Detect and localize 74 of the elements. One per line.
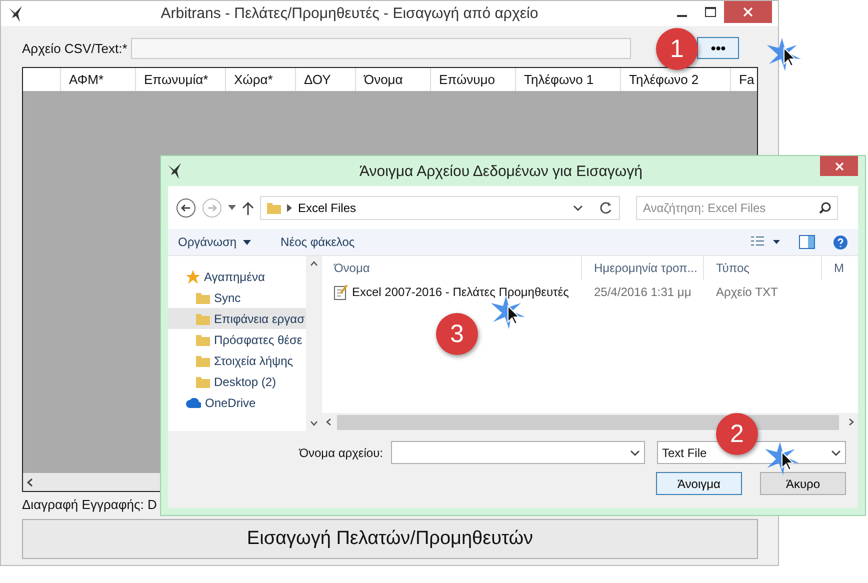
minimize-icon xyxy=(677,15,687,17)
maximize-icon xyxy=(704,7,716,17)
dialog-title: Άνοιγμα Αρχείου Δεδομένων για Εισαγωγή xyxy=(358,162,644,180)
view-list-icon[interactable] xyxy=(751,236,781,248)
dropdown-caret-icon[interactable] xyxy=(228,205,236,210)
nav-item[interactable]: OneDrive xyxy=(168,392,306,413)
file-name[interactable]: Excel 2007-2016 - Πελάτες Προμηθευτές xyxy=(322,284,582,300)
folder-icon xyxy=(267,202,281,214)
import-button[interactable]: Εισαγωγή Πελατών/Προμηθευτών xyxy=(22,519,758,559)
scroll-left-icon[interactable] xyxy=(27,478,33,486)
file-path-field[interactable] xyxy=(131,38,632,58)
bird-logo-icon xyxy=(168,163,182,179)
nav-item[interactable]: Πρόσφατες θέσε xyxy=(168,329,306,350)
close-button[interactable] xyxy=(724,1,772,23)
column-header[interactable]: Ημερομηνία τροπ... xyxy=(582,256,704,280)
open-button[interactable]: Άνοιγμα xyxy=(656,472,742,495)
close-icon xyxy=(834,162,844,170)
nav-item[interactable]: Επιφάνεια εργασ xyxy=(168,308,306,329)
back-icon[interactable] xyxy=(176,198,196,218)
scroll-left-icon[interactable] xyxy=(326,418,331,426)
scroll-up-icon[interactable] xyxy=(310,261,318,266)
folder-icon xyxy=(196,292,210,304)
column-header[interactable]: ΑΦΜ* xyxy=(61,68,136,91)
column-header[interactable]: Επωνυμία* xyxy=(136,68,226,91)
address-bar[interactable]: Excel Files xyxy=(260,196,620,220)
new-folder-button[interactable]: Νέος φάκελος xyxy=(280,235,355,249)
nav-item[interactable]: Desktop (2) xyxy=(168,371,306,392)
caret-icon xyxy=(242,240,251,244)
bird-logo-icon xyxy=(9,6,23,22)
star-icon xyxy=(186,270,200,284)
column-header[interactable]: Όνομα xyxy=(322,256,582,280)
cloud-icon xyxy=(186,398,201,408)
nav-item[interactable]: Αγαπημένα xyxy=(168,266,306,287)
nav-item[interactable]: Στοιχεία λήψης xyxy=(168,350,306,371)
text-file-icon xyxy=(334,284,348,300)
scroll-down-icon[interactable] xyxy=(310,421,318,426)
chevron-down-icon xyxy=(630,450,640,456)
close-button[interactable] xyxy=(820,156,858,176)
help-icon[interactable] xyxy=(833,234,848,250)
status-text: Διαγραφή Εγγραφής: D xyxy=(22,497,158,512)
chevron-down-icon xyxy=(573,204,583,210)
browse-button[interactable]: ••• xyxy=(697,37,740,59)
chevron-down-icon xyxy=(831,450,841,456)
breadcrumb-arrow-icon xyxy=(287,204,292,212)
window-title: Arbitrans - Πελάτες/Προμηθευτές - Εισαγωγή από αρχείο xyxy=(160,5,540,22)
file-label: Αρχείο CSV/Text:* xyxy=(22,40,128,56)
cancel-button[interactable]: Άκυρο xyxy=(760,472,846,495)
column-header[interactable]: ΔΟΥ xyxy=(296,68,356,91)
up-arrow-icon[interactable] xyxy=(242,200,254,214)
column-header[interactable]: Τύπος xyxy=(704,256,822,280)
path-text: Excel Files xyxy=(298,200,358,214)
search-icon xyxy=(819,202,831,214)
column-header[interactable]: Χώρα* xyxy=(226,68,296,91)
column-header[interactable]: Μ xyxy=(822,256,858,280)
close-icon xyxy=(743,7,753,17)
column-header[interactable]: Επώνυμο xyxy=(431,68,516,91)
folder-icon xyxy=(196,334,210,346)
column-header[interactable]: Τηλέφωνο 1 xyxy=(516,68,621,91)
refresh-icon[interactable] xyxy=(599,200,613,214)
filename-field[interactable] xyxy=(391,441,645,464)
nav-item[interactable]: Sync xyxy=(168,287,306,308)
column-header[interactable]: Fa xyxy=(731,68,757,91)
file-type: Αρχείο TXT xyxy=(715,285,779,299)
vertical-scrollbar[interactable] xyxy=(306,256,321,431)
file-date: 25/4/2016 1:31 μμ xyxy=(593,285,692,299)
folder-icon xyxy=(196,354,210,366)
column-header[interactable]: Όνομα xyxy=(356,68,431,91)
filename-label: Όνομα αρχείου: xyxy=(299,446,383,460)
organize-menu[interactable]: Οργάνωση xyxy=(178,235,251,249)
search-field[interactable]: Αναζήτηση: Excel Files xyxy=(636,196,838,220)
preview-pane-icon[interactable] xyxy=(799,235,815,249)
folder-icon xyxy=(196,312,210,324)
folder-icon xyxy=(196,376,210,388)
scroll-right-icon[interactable] xyxy=(849,418,854,426)
